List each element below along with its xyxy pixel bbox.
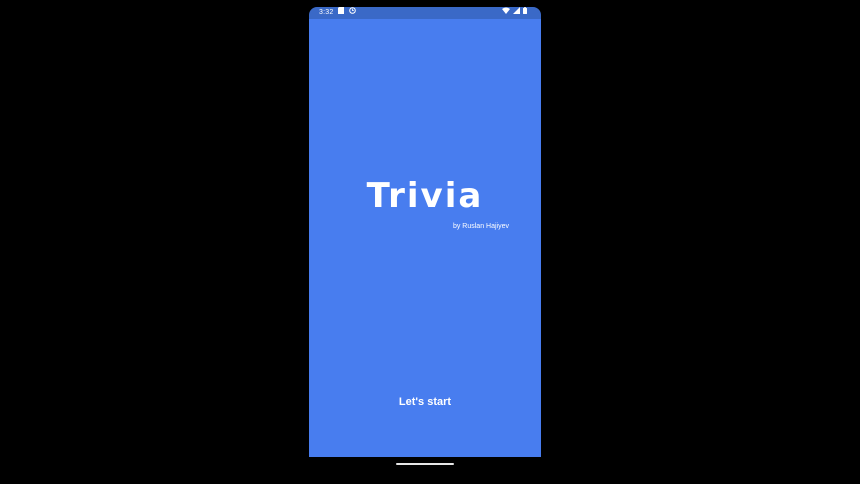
phone-screen: 3:32 Trivia by Ruslan Hajiyev Let's star… (309, 7, 541, 477)
navigation-bar (309, 457, 541, 477)
app-title: Trivia (366, 176, 484, 216)
author-byline: by Ruslan Hajiyev (452, 223, 509, 230)
home-indicator[interactable] (396, 463, 454, 465)
status-left: 3:32 (319, 7, 357, 19)
lets-start-button[interactable]: Let's start (375, 393, 475, 411)
cellular-signal-icon (513, 7, 520, 19)
sd-card-icon (338, 7, 345, 19)
battery-icon (523, 7, 527, 19)
status-right (502, 7, 527, 19)
clock-notification-icon (349, 7, 357, 19)
trivia-splash-screen: Trivia by Ruslan Hajiyev Let's start (309, 19, 541, 457)
status-time: 3:32 (319, 9, 334, 16)
status-bar: 3:32 (309, 7, 541, 19)
wifi-icon (502, 7, 510, 19)
screen-stage: 3:32 Trivia by Ruslan Hajiyev Let's star… (0, 0, 860, 484)
